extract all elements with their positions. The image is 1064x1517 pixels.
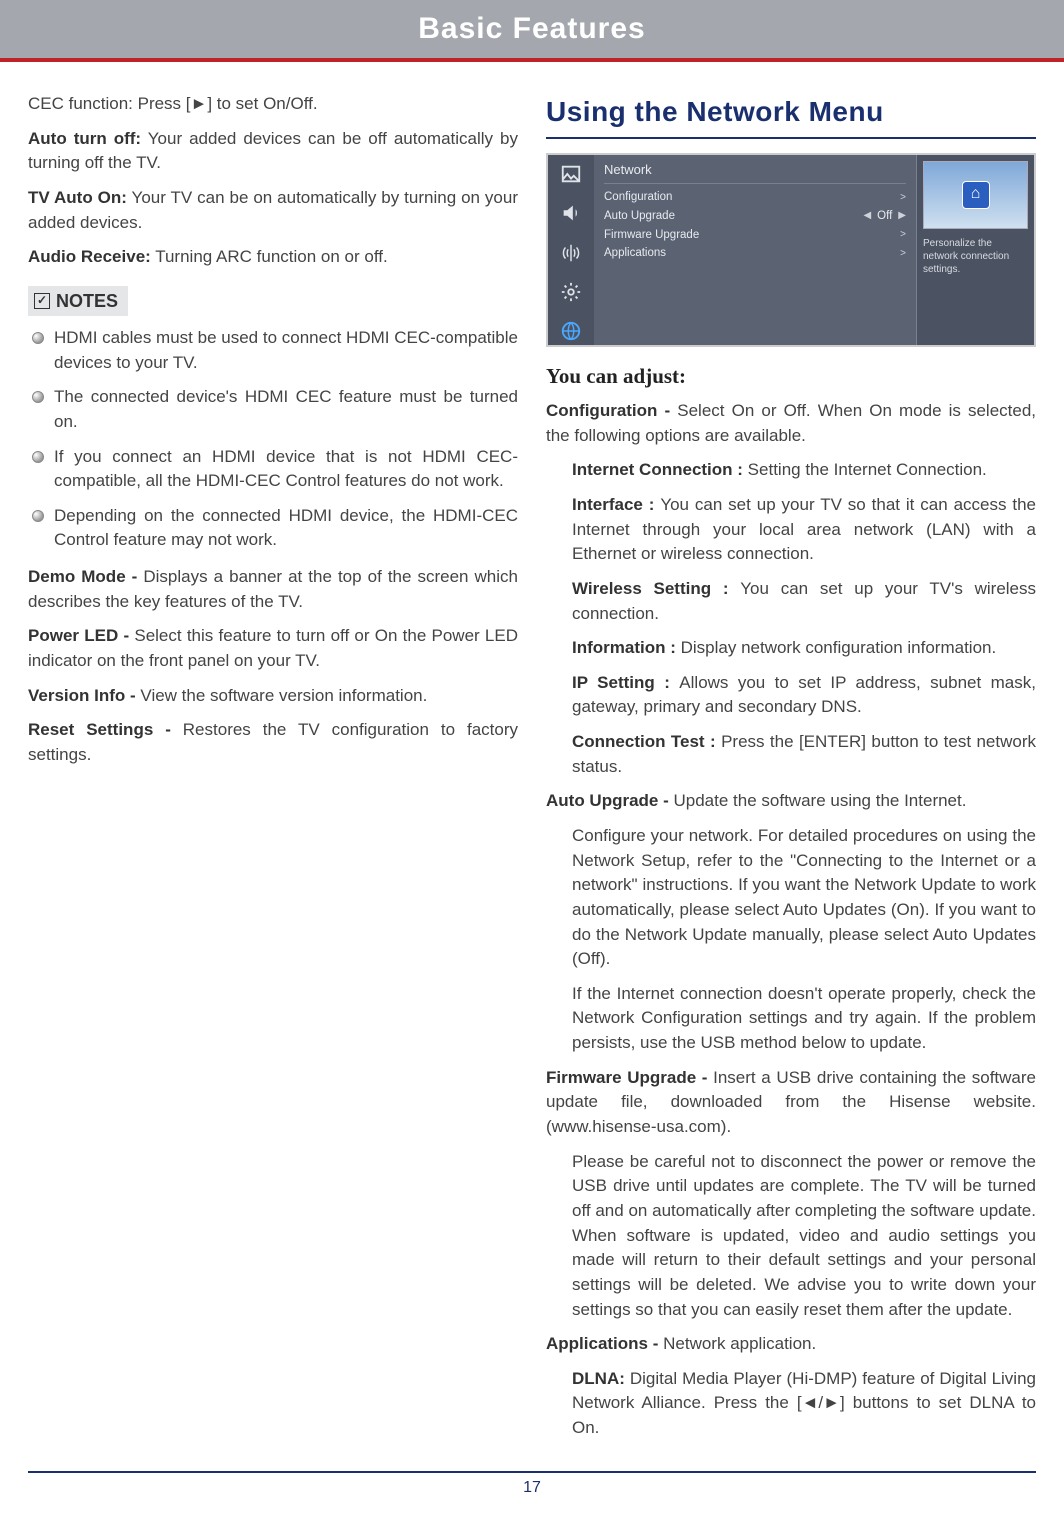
menu-row-auto-upgrade: Auto Upgrade ◀ Off ▶ [604,207,906,226]
speaker-icon [557,200,585,227]
chevron-right-icon: > [900,191,906,206]
power-led-label: Power LED - [28,626,134,645]
chevron-right-icon: ▶ [898,209,906,224]
audio-receive-text: Turning ARC function on or off. [151,247,388,266]
cec-intro: CEC function: Press [►] to set On/Off. [28,92,518,117]
ip-label: IP Setting : [572,673,679,692]
chevron-right-icon: > [900,228,906,243]
left-column: CEC function: Press [►] to set On/Off. A… [28,92,518,1451]
autoupgrade-label: Auto Upgrade - [546,791,674,810]
list-item: If you connect an HDMI device that is no… [28,445,518,494]
preview-thumbnail: ⌂ [923,161,1028,229]
menu-main: Network Configuration > Auto Upgrade ◀ O… [594,155,916,345]
section-title: Using the Network Menu [546,92,1036,139]
connection-test: Connection Test : Press the [ENTER] butt… [546,730,1036,779]
dlna-label: DLNA: [572,1369,630,1388]
list-item: HDMI cables must be used to connect HDMI… [28,326,518,375]
power-led: Power LED - Select this feature to turn … [28,624,518,673]
demo-mode-label: Demo Mode - [28,567,143,586]
autoupgrade-text: Update the software using the Internet. [674,791,967,810]
audio-receive: Audio Receive: Turning ARC function on o… [28,245,518,270]
right-column: Using the Network Menu [546,92,1036,1451]
dlna-text: Digital Media Player (Hi-DMP) feature of… [572,1369,1036,1437]
menu-title: Network [604,161,906,185]
picture-icon [557,161,585,188]
wireless-setting: Wireless Setting : You can set up your T… [546,577,1036,626]
ip-setting: IP Setting : Allows you to set IP addres… [546,671,1036,720]
page-number: 17 [523,1479,541,1496]
firmware-label: Firmware Upgrade - [546,1068,713,1087]
menu-hint: Personalize the network connection setti… [923,237,1028,276]
auto-upgrade: Auto Upgrade - Update the software using… [546,789,1036,814]
antenna-icon [557,239,585,266]
autoupgrade-detail-2: If the Internet connection doesn't opera… [546,982,1036,1056]
configuration-label: Configuration - [546,401,677,420]
information-text: Display network configuration informatio… [681,638,997,657]
menu-row-configuration: Configuration > [604,188,906,207]
page-title: Basic Features [418,12,645,46]
menu-preview-pane: ⌂ Personalize the network connection set… [916,155,1034,345]
version-info-text: View the software version information. [140,686,427,705]
chevron-right-icon: > [900,247,906,262]
content-area: CEC function: Press [►] to set On/Off. A… [0,62,1064,1461]
menu-row-applications: Applications > [604,244,906,263]
menu-row-label: Firmware Upgrade [604,227,699,244]
wireless-label: Wireless Setting : [572,579,740,598]
interface: Interface : You can set up your TV so th… [546,493,1036,567]
checkmark-icon: ✓ [34,293,50,309]
applications: Applications - Network application. [546,1332,1036,1357]
menu-row-label: Auto Upgrade [604,208,675,225]
audio-receive-label: Audio Receive: [28,247,151,266]
menu-row-label: Configuration [604,189,672,206]
chevron-left-icon: ◀ [863,209,871,224]
applications-text: Network application. [663,1334,816,1353]
autoupgrade-detail-1: Configure your network. For detailed pro… [546,824,1036,972]
interface-label: Interface : [572,495,660,514]
page-header: Basic Features [0,0,1064,58]
notes-label: NOTES [56,288,118,314]
notes-badge: ✓ NOTES [28,286,128,316]
tv-auto-on-label: TV Auto On: [28,188,127,207]
gear-icon [557,278,585,305]
menu-row-label: Applications [604,245,666,262]
globe-icon [557,317,585,344]
configuration: Configuration - Select On or Off. When O… [546,399,1036,448]
information: Information : Display network configurat… [546,636,1036,661]
notes-list: HDMI cables must be used to connect HDMI… [28,326,518,553]
menu-row-value: Off [877,208,892,225]
internet-connection: Internet Connection : Setting the Intern… [546,458,1036,483]
page-footer: 17 [28,1471,1036,1517]
reset-settings-label: Reset Settings - [28,720,183,739]
auto-turn-off-label: Auto turn off: [28,129,141,148]
information-label: Information : [572,638,681,657]
list-item: The connected device's HDMI CEC feature … [28,385,518,434]
applications-label: Applications - [546,1334,663,1353]
firmware-detail: Please be careful not to disconnect the … [546,1150,1036,1322]
home-icon: ⌂ [962,181,990,209]
firmware-upgrade: Firmware Upgrade - Insert a USB drive co… [546,1066,1036,1140]
dlna: DLNA: Digital Media Player (Hi-DMP) feat… [546,1367,1036,1441]
list-item: Depending on the connected HDMI device, … [28,504,518,553]
conntest-label: Connection Test : [572,732,721,751]
auto-turn-off: Auto turn off: Your added devices can be… [28,127,518,176]
version-info: Version Info - View the software version… [28,684,518,709]
demo-mode: Demo Mode - Displays a banner at the top… [28,565,518,614]
network-menu-screenshot: Network Configuration > Auto Upgrade ◀ O… [546,153,1036,347]
internet-conn-text: Setting the Internet Connection. [748,460,987,479]
menu-row-firmware-upgrade: Firmware Upgrade > [604,226,906,245]
subheading: You can adjust: [546,361,1036,391]
version-info-label: Version Info - [28,686,140,705]
tv-auto-on: TV Auto On: Your TV can be on automatica… [28,186,518,235]
menu-sidebar [548,155,594,345]
reset-settings: Reset Settings - Restores the TV configu… [28,718,518,767]
internet-conn-label: Internet Connection : [572,460,748,479]
